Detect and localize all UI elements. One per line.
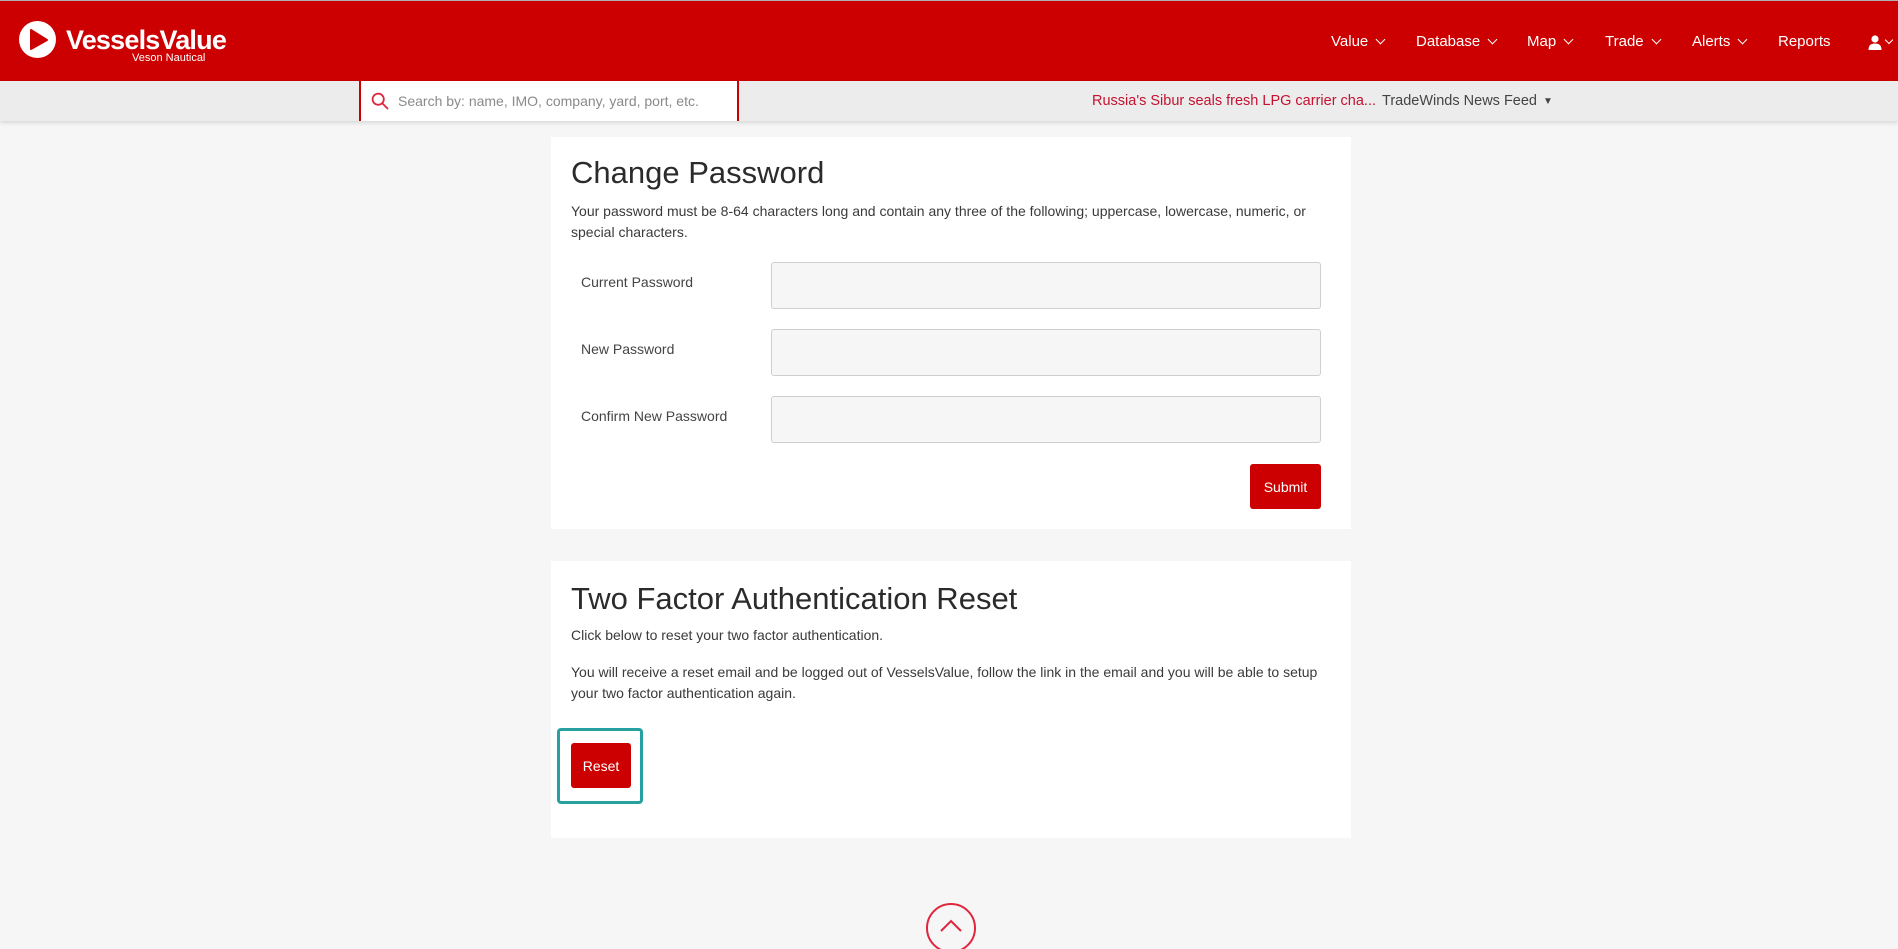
nav-map[interactable]: Map <box>1527 32 1574 52</box>
current-password-input[interactable] <box>771 262 1321 309</box>
search-input[interactable] <box>398 86 728 116</box>
nav-trade[interactable]: Trade <box>1605 32 1662 52</box>
nav-reports-label: Reports <box>1778 33 1831 50</box>
confirm-password-input[interactable] <box>771 396 1321 443</box>
logo-icon <box>19 21 56 58</box>
user-menu[interactable] <box>1868 32 1894 52</box>
nav-value[interactable]: Value <box>1331 32 1386 52</box>
chevron-down-icon <box>1375 34 1386 45</box>
search-icon <box>371 92 389 110</box>
global-search[interactable] <box>359 81 739 121</box>
chevron-down-icon <box>1651 34 1662 45</box>
nav-alerts[interactable]: Alerts <box>1692 32 1748 52</box>
brand-name: VesselsValue <box>66 25 227 55</box>
brand-logo[interactable]: VesselsValue Veson Nautical <box>19 21 227 66</box>
nav-reports[interactable]: Reports <box>1778 32 1831 52</box>
news-feed-label: TradeWinds News Feed <box>1382 93 1537 109</box>
nav-map-label: Map <box>1527 33 1557 50</box>
nav-database[interactable]: Database <box>1416 32 1498 52</box>
user-icon <box>1868 34 1882 50</box>
password-requirements: Your password must be 8-64 characters lo… <box>571 203 1306 240</box>
two-factor-title: Two Factor Authentication Reset <box>571 581 1018 616</box>
nav-trade-label: Trade <box>1605 33 1644 50</box>
top-navbar: VesselsValue Veson Nautical Value Databa… <box>0 0 1898 81</box>
new-password-label: New Password <box>581 341 675 357</box>
two-factor-reset-card: Two Factor Authentication Reset Click be… <box>551 561 1351 838</box>
confirm-password-label: Confirm New Password <box>581 408 728 424</box>
brand-subtitle: Veson Nautical <box>132 52 206 64</box>
chevron-up-icon <box>940 919 962 932</box>
news-feed-dropdown[interactable]: TradeWinds News Feed ▼ <box>1382 91 1553 112</box>
chevron-down-icon <box>1884 35 1894 45</box>
new-password-input[interactable] <box>771 329 1321 376</box>
chevron-down-icon <box>1737 34 1748 45</box>
nav-database-label: Database <box>1416 33 1481 50</box>
nav-alerts-label: Alerts <box>1692 33 1731 50</box>
chevron-down-icon <box>1487 34 1498 45</box>
two-factor-details: You will receive a reset email and be lo… <box>571 664 1318 701</box>
news-headline-link[interactable]: Russia's Sibur seals fresh LPG carrier c… <box>1092 91 1376 111</box>
sub-navbar: Russia's Sibur seals fresh LPG carrier c… <box>0 81 1898 121</box>
back-to-top-button[interactable] <box>926 903 976 949</box>
current-password-label: Current Password <box>581 274 694 290</box>
nav-value-label: Value <box>1331 33 1369 50</box>
change-password-title: Change Password <box>571 155 825 190</box>
caret-down-icon: ▼ <box>1543 96 1553 107</box>
reset-button[interactable]: Reset <box>571 743 631 788</box>
submit-button[interactable]: Submit <box>1250 464 1321 509</box>
two-factor-intro: Click below to reset your two factor aut… <box>571 627 884 643</box>
change-password-card: Change Password Your password must be 8-… <box>551 137 1351 529</box>
chevron-down-icon <box>1563 34 1574 45</box>
